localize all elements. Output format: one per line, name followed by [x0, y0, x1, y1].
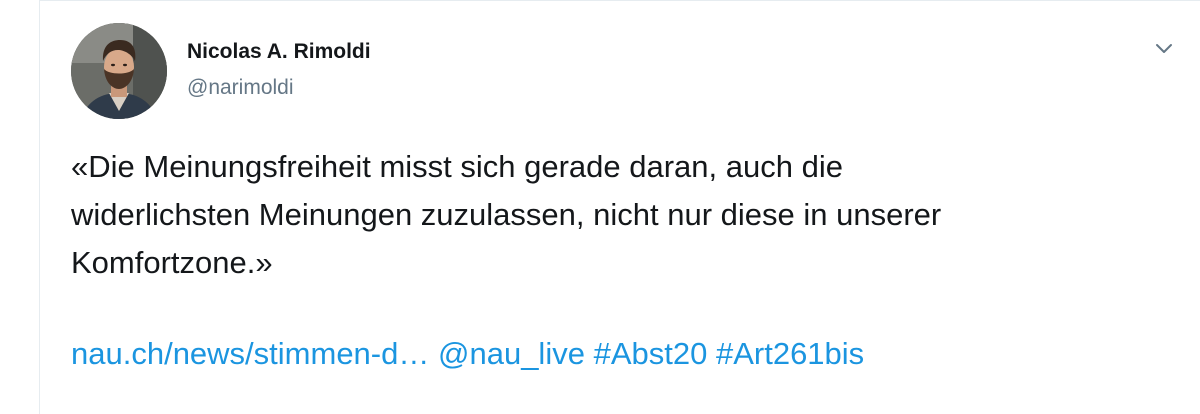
mention-link[interactable]: @nau_live — [438, 336, 585, 371]
tweet-text: «Die Meinungsfreiheit misst sich gerade … — [71, 143, 1151, 287]
author-handle[interactable]: @narimoldi — [187, 76, 294, 100]
avatar[interactable] — [71, 23, 167, 119]
tweet-text-line: «Die Meinungsfreiheit misst sich gerade … — [71, 149, 843, 184]
tweet-text-line: Komfortzone.» — [71, 245, 273, 280]
author-name[interactable]: Nicolas A. Rimoldi — [187, 40, 371, 64]
hashtag-link-art261bis[interactable]: #Art261bis — [716, 336, 864, 371]
profile-photo — [71, 23, 167, 119]
tweet-links: nau.ch/news/stimmen-d… @nau_live #Abst20… — [71, 330, 864, 378]
chevron-down-icon[interactable] — [1152, 39, 1176, 59]
tweet-card[interactable]: Nicolas A. Rimoldi @narimoldi «Die Meinu… — [39, 0, 1200, 414]
hashtag-link-abst20[interactable]: #Abst20 — [594, 336, 708, 371]
article-link[interactable]: nau.ch/news/stimmen-d… — [71, 336, 429, 371]
tweet-text-line: widerlichsten Meinungen zuzulassen, nich… — [71, 197, 942, 232]
